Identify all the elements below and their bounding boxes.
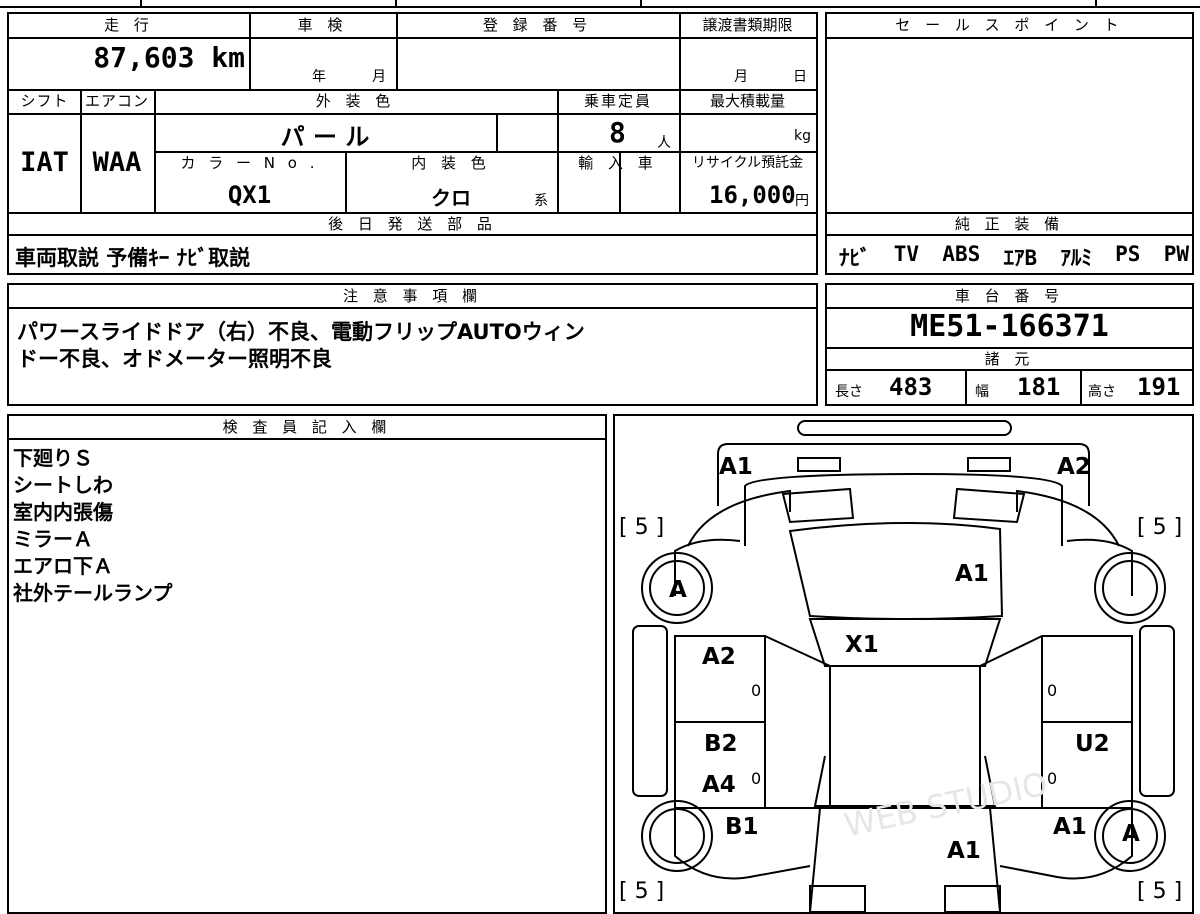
mark-tire-rear-left: [ 5 ] (619, 879, 664, 904)
car-diagram: WEB STUDIO A1 A2 A1 X1 A2 B2 A4 U2 B1 A1… (619, 420, 1182, 912)
inspector-line-4: ミラーＡ (13, 527, 93, 551)
capacity-unit: 人 (657, 135, 671, 151)
shaken-label: 車 検 (297, 16, 348, 34)
mark-rear-door-right: U2 (1075, 731, 1110, 757)
chassis-specs-box: 車 台 番 号 ME51-166371 諸 元 長さ 483 幅 181 高さ … (825, 283, 1194, 406)
transfer-deadline-label: 譲渡書類期限 (702, 16, 793, 34)
ac-label: エアコン (84, 92, 149, 110)
max-load-label: 最大積載量 (709, 92, 785, 110)
mark-tire-front-right: [ 5 ] (1137, 515, 1182, 540)
specs-label: 諸 元 (984, 350, 1035, 368)
shaken-month: 月 (372, 69, 386, 85)
mark-front-door-left: A2 (702, 644, 736, 670)
inspector-label: 検 査 員 記 入 欄 (222, 418, 392, 436)
interior-color-value: クロ (431, 186, 471, 210)
shaken-year: 年 (312, 69, 326, 85)
equipment-list: ﾅﾋﾞ TV ABS ｴｱB ｱﾙﾐ PS PW (839, 242, 1189, 272)
registration-label: 登 録 番 号 (482, 16, 593, 34)
mileage-label: 走 行 (104, 16, 154, 34)
sales-point-label: セ ー ル ス ポ イ ン ト (895, 16, 1124, 34)
length-label: 長さ (835, 384, 863, 400)
height-value: 191 (1137, 373, 1181, 401)
transfer-month: 月 (734, 69, 748, 85)
equipment-pw: PW (1163, 242, 1189, 266)
top-cutoff-strip (0, 0, 1200, 8)
mark-wheel-front-left: A (669, 577, 687, 603)
color-no-label: カ ラ ー N o . (180, 154, 319, 172)
length-value: 483 (889, 373, 933, 401)
shift-value: IAT (20, 147, 69, 178)
width-label: 幅 (975, 384, 989, 400)
chassis-number: ME51-166371 (910, 309, 1109, 344)
capacity-label: 乗車定員 (583, 92, 652, 110)
equipment-airbag: ｴｱB (1003, 246, 1038, 270)
mark-front-right: A2 (1057, 454, 1091, 480)
notes-line-1: パワースライドドア（右）不良、電動フリップAUTOウィン (17, 320, 585, 344)
shift-label: シフト (20, 92, 69, 110)
recycle-fee-unit: 円 (795, 193, 809, 209)
notes-line-2: ドー不良、オドメーター照明不良 (17, 347, 332, 371)
color-no-value: QX1 (227, 181, 272, 209)
mark-rear-door-left-1: B2 (704, 731, 738, 757)
notes-label: 注 意 事 項 欄 (342, 287, 483, 305)
mark-rear-quarter-left: B1 (725, 814, 759, 840)
mark-windshield: X1 (845, 632, 879, 658)
mileage-value: 87,603 km (93, 41, 245, 74)
later-parts-value: 車両取説 予備ｷｰ ﾅﾋﾞ取説 (15, 246, 251, 270)
mark-rear-quarter-right: A1 (1053, 814, 1087, 840)
inspector-line-6: 社外テールランプ (13, 581, 173, 605)
equipment-alloy: ｱﾙﾐ (1060, 246, 1092, 270)
mark-zero-3: 0 (751, 769, 761, 788)
mark-tire-rear-right: [ 5 ] (1137, 879, 1182, 904)
mark-zero-1: 0 (751, 681, 761, 700)
equipment-ps: PS (1115, 242, 1141, 266)
mark-zero-2: 0 (1047, 681, 1057, 700)
max-load-unit: kg (794, 128, 811, 144)
inspector-line-1: 下廻りＳ (13, 446, 93, 470)
sales-point-box: セ ー ル ス ポ イ ン ト 純 正 装 備 ﾅﾋﾞ TV ABS ｴｱB ｱ… (825, 12, 1194, 275)
mark-zero-4: 0 (1047, 769, 1057, 788)
interior-color-suffix: 系 (534, 193, 548, 209)
inspector-line-2: シートしわ (13, 473, 113, 497)
transfer-day: 日 (793, 69, 807, 85)
watermark: WEB STUDIO (841, 765, 1051, 845)
equipment-tv: TV (893, 242, 920, 266)
later-parts-label: 後 日 発 送 部 品 (328, 215, 497, 233)
capacity-value: 8 (609, 116, 626, 149)
equipment-label: 純 正 装 備 (954, 215, 1065, 233)
equipment-abs: ABS (942, 242, 981, 266)
mark-rear: A1 (947, 838, 981, 864)
import-label: 輸 入 車 (578, 154, 658, 172)
exterior-color-value: パ ー ル (280, 123, 370, 151)
inspector-line-5: エアロ下Ａ (13, 554, 113, 578)
mark-hood: A1 (955, 561, 989, 587)
mark-wheel-rear-right: A (1122, 821, 1140, 847)
mark-front-left: A1 (719, 454, 753, 480)
chassis-label: 車 台 番 号 (954, 287, 1065, 305)
vehicle-info-table: 走 行 車 検 登 録 番 号 譲渡書類期限 87,603 km 年 月 月 日… (7, 12, 818, 275)
mark-tire-front-left: [ 5 ] (619, 515, 664, 540)
inspector-line-3: 室内内張傷 (13, 500, 113, 524)
recycle-fee-label: リサイクル預託金 (691, 155, 804, 171)
inspector-box: 検 査 員 記 入 欄 下廻りＳ シートしわ 室内内張傷 ミラーＡ エアロ下Ａ … (7, 414, 607, 914)
mark-rear-door-left-2: A4 (702, 772, 736, 798)
exterior-color-label: 外 装 色 (315, 92, 396, 110)
recycle-fee-value: 16,000 (709, 181, 796, 209)
equipment-navi: ﾅﾋﾞ (839, 246, 871, 270)
width-value: 181 (1017, 373, 1061, 401)
notes-box: 注 意 事 項 欄 パワースライドドア（右）不良、電動フリップAUTOウィン ド… (7, 283, 818, 406)
ac-value: WAA (92, 147, 142, 178)
height-label: 高さ (1088, 384, 1116, 400)
interior-color-label: 内 装 色 (411, 154, 491, 172)
car-diagram-box: WEB STUDIO A1 A2 A1 X1 A2 B2 A4 U2 B1 A1… (613, 414, 1194, 914)
